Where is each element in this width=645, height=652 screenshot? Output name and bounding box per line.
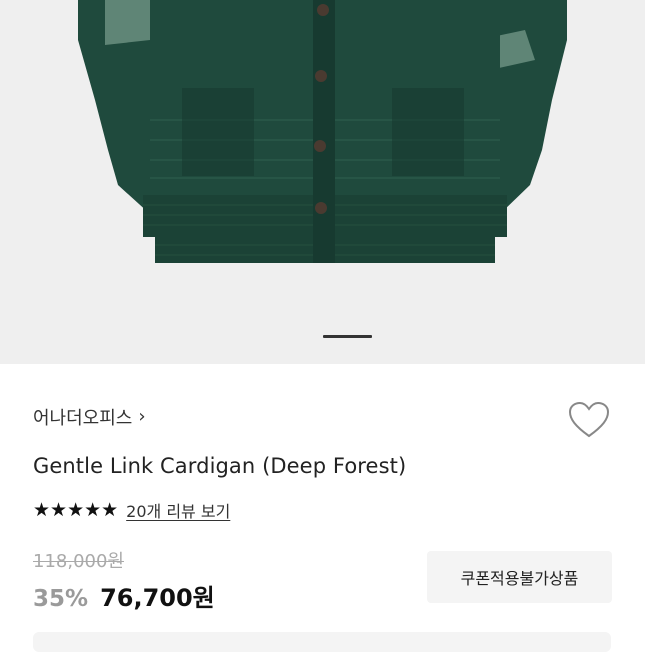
brand-link[interactable]: 어나더오피스 ›: [33, 404, 146, 430]
rating: ★★★★★ 20개 리뷰 보기: [33, 498, 230, 522]
page-indicator: [323, 335, 372, 338]
next-section-bar: [33, 632, 611, 652]
product-image-gallery[interactable]: [0, 0, 645, 364]
brand-name: 어나더오피스: [33, 408, 133, 429]
product-info: 어나더오피스 › Gentle Link Cardigan (Deep Fore…: [0, 364, 645, 652]
coupon-button[interactable]: 쿠폰적용불가상품: [427, 551, 612, 603]
price-row: 35% 76,700원: [33, 578, 215, 613]
product-image: [78, 0, 567, 263]
reviews-link[interactable]: 20개 리뷰 보기: [126, 498, 230, 522]
sale-price: 76,700원: [100, 584, 215, 612]
star-rating-icon: ★★★★★: [33, 498, 119, 521]
heart-outline-icon[interactable]: [567, 400, 611, 440]
original-price: 118,000원: [33, 551, 124, 572]
chevron-right-icon: ›: [138, 405, 146, 427]
product-title: Gentle Link Cardigan (Deep Forest): [33, 454, 407, 478]
discount-rate: 35%: [33, 586, 89, 612]
